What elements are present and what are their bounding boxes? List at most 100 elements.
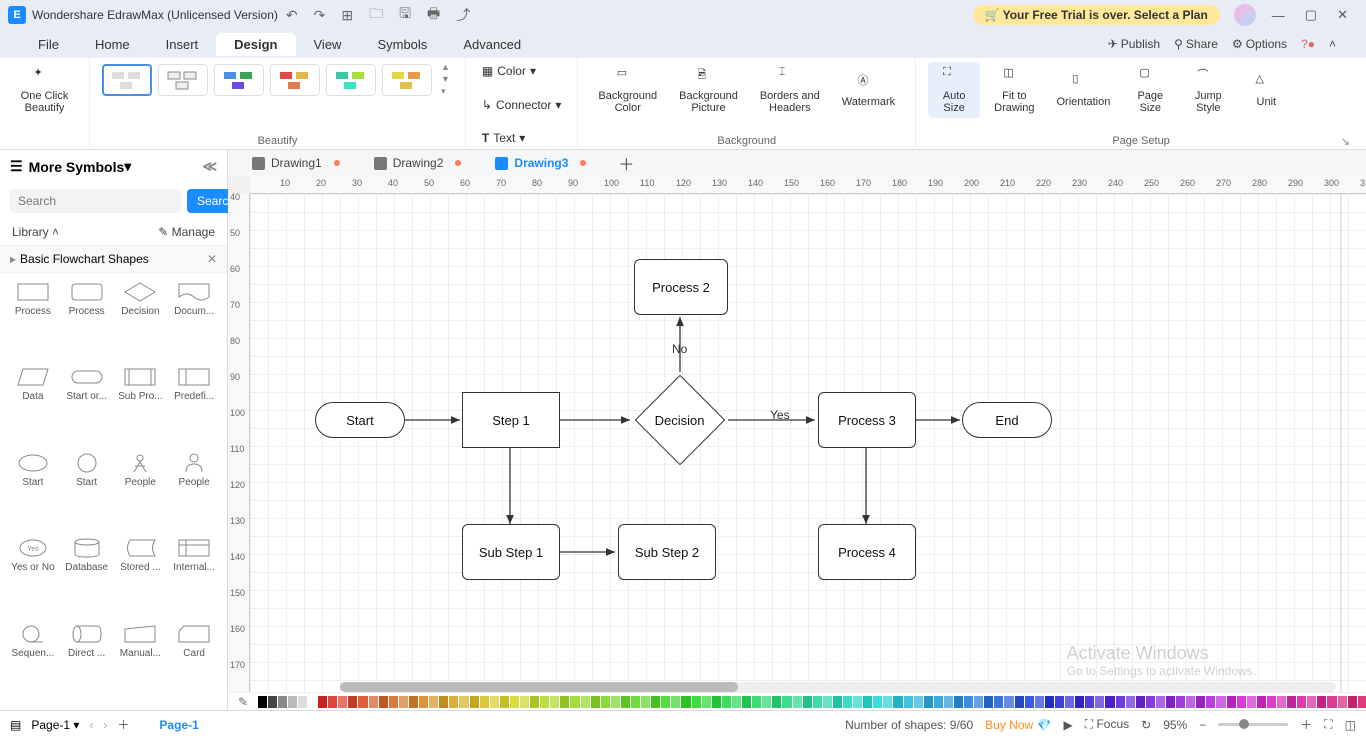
color-swatch[interactable] (914, 696, 923, 708)
library-link[interactable]: Library ˄ (12, 225, 59, 239)
color-swatch[interactable] (338, 696, 347, 708)
color-swatch[interactable] (873, 696, 882, 708)
more-symbols-caret-icon[interactable]: ▾ (124, 158, 131, 175)
color-swatch[interactable] (631, 696, 640, 708)
manage-link[interactable]: ✎ Manage (158, 225, 215, 239)
node-process3[interactable]: Process 3 (818, 392, 916, 448)
theme-2[interactable] (158, 64, 208, 96)
zoom-out-icon[interactable]: − (1199, 718, 1206, 732)
color-swatch[interactable] (712, 696, 721, 708)
color-swatch[interactable] (1095, 696, 1104, 708)
node-substep1[interactable]: Sub Step 1 (462, 524, 560, 580)
color-swatch[interactable] (1004, 696, 1013, 708)
page-size-button[interactable]: ▢Page Size (1124, 62, 1176, 118)
color-swatch[interactable] (904, 696, 913, 708)
section-title[interactable]: Basic Flowchart Shapes (20, 252, 149, 266)
color-swatch[interactable] (621, 696, 630, 708)
color-swatch[interactable] (823, 696, 832, 708)
save-icon[interactable]: 🖫 (391, 3, 419, 27)
color-swatch[interactable] (611, 696, 620, 708)
color-dropdown[interactable]: ▦ Color ▾ (478, 62, 565, 80)
node-step1[interactable]: Step 1 (462, 392, 560, 448)
shape-card[interactable]: Card (169, 623, 219, 702)
theme-scroll-down-icon[interactable]: ▼ (441, 74, 450, 84)
tab-drawing2[interactable]: Drawing2 (364, 152, 482, 174)
eyedropper-icon[interactable]: ✎ (238, 695, 253, 709)
color-swatch[interactable] (1227, 696, 1236, 708)
color-swatch[interactable] (1338, 696, 1347, 708)
node-start[interactable]: Start (315, 402, 405, 438)
theme-5[interactable] (326, 64, 376, 96)
color-swatch[interactable] (1166, 696, 1175, 708)
color-swatch[interactable] (1045, 696, 1054, 708)
color-swatch[interactable] (459, 696, 468, 708)
color-swatch[interactable] (984, 696, 993, 708)
color-swatch[interactable] (1055, 696, 1064, 708)
minimize-button[interactable]: — (1262, 8, 1295, 23)
color-swatch[interactable] (409, 696, 418, 708)
new-icon[interactable]: ⊞ (333, 7, 361, 24)
menu-view[interactable]: View (296, 33, 360, 56)
color-swatch[interactable] (288, 696, 297, 708)
color-swatch[interactable] (601, 696, 610, 708)
replay-icon[interactable]: ↻ (1141, 718, 1151, 732)
connector-dropdown[interactable]: ↳ Connector ▾ (478, 96, 565, 114)
color-swatch[interactable] (813, 696, 822, 708)
drawing-canvas[interactable]: Start Step 1 Process 2 Decision Process … (250, 194, 1366, 692)
page-name-dropdown[interactable]: Page-1 ▾ (31, 718, 79, 732)
focus-mode-button[interactable]: ⛶ Focus (1085, 717, 1129, 732)
color-swatch[interactable] (1216, 696, 1225, 708)
color-swatch[interactable] (772, 696, 781, 708)
shape-people-2[interactable]: People (169, 452, 219, 531)
bg-color-button[interactable]: ▭Background Color (590, 62, 665, 118)
color-swatch[interactable] (1348, 696, 1357, 708)
color-swatch[interactable] (732, 696, 741, 708)
panels-icon[interactable]: ◫ (1345, 718, 1356, 732)
color-swatch[interactable] (1126, 696, 1135, 708)
shape-direct[interactable]: Direct ... (62, 623, 112, 702)
color-swatch[interactable] (429, 696, 438, 708)
color-swatch[interactable] (1297, 696, 1306, 708)
color-swatch[interactable] (550, 696, 559, 708)
menu-advanced[interactable]: Advanced (445, 33, 539, 56)
color-swatch[interactable] (893, 696, 902, 708)
color-swatch[interactable] (1116, 696, 1125, 708)
trial-banner[interactable]: 🛒 Your Free Trial is over. Select a Plan (973, 5, 1220, 25)
color-swatch[interactable] (318, 696, 327, 708)
section-caret-icon[interactable]: ▸ (10, 252, 16, 266)
export-icon[interactable]: ⤴ (448, 5, 478, 25)
color-swatch[interactable] (1206, 696, 1215, 708)
color-swatch[interactable] (591, 696, 600, 708)
color-swatch[interactable] (1307, 696, 1316, 708)
color-swatch[interactable] (369, 696, 378, 708)
color-swatch[interactable] (1257, 696, 1266, 708)
bg-picture-button[interactable]: 🖻Background Picture (671, 62, 746, 118)
color-swatch[interactable] (681, 696, 690, 708)
color-swatch[interactable] (419, 696, 428, 708)
color-swatch[interactable] (399, 696, 408, 708)
jump-style-button[interactable]: ⌒Jump Style (1182, 62, 1234, 118)
color-swatch[interactable] (934, 696, 943, 708)
color-swatch[interactable] (1105, 696, 1114, 708)
color-swatch[interactable] (358, 696, 367, 708)
theme-4[interactable] (270, 64, 320, 96)
color-swatch[interactable] (298, 696, 307, 708)
shape-start-or[interactable]: Start or... (62, 366, 112, 445)
current-page-tab[interactable]: Page-1 (159, 718, 198, 732)
color-swatch[interactable] (651, 696, 660, 708)
shape-process[interactable]: Process (8, 281, 58, 360)
color-swatch[interactable] (974, 696, 983, 708)
color-swatch[interactable] (752, 696, 761, 708)
color-swatch[interactable] (883, 696, 892, 708)
close-button[interactable]: ✕ (1327, 7, 1358, 23)
theme-3[interactable] (214, 64, 264, 96)
menu-home[interactable]: Home (77, 33, 148, 56)
color-swatch[interactable] (1035, 696, 1044, 708)
tab-drawing1[interactable]: Drawing1 (242, 152, 360, 174)
color-swatch[interactable] (661, 696, 670, 708)
collapse-ribbon-icon[interactable]: ˄ (1329, 37, 1336, 51)
color-swatch[interactable] (692, 696, 701, 708)
color-swatch[interactable] (581, 696, 590, 708)
color-swatch[interactable] (268, 696, 277, 708)
color-swatch[interactable] (671, 696, 680, 708)
